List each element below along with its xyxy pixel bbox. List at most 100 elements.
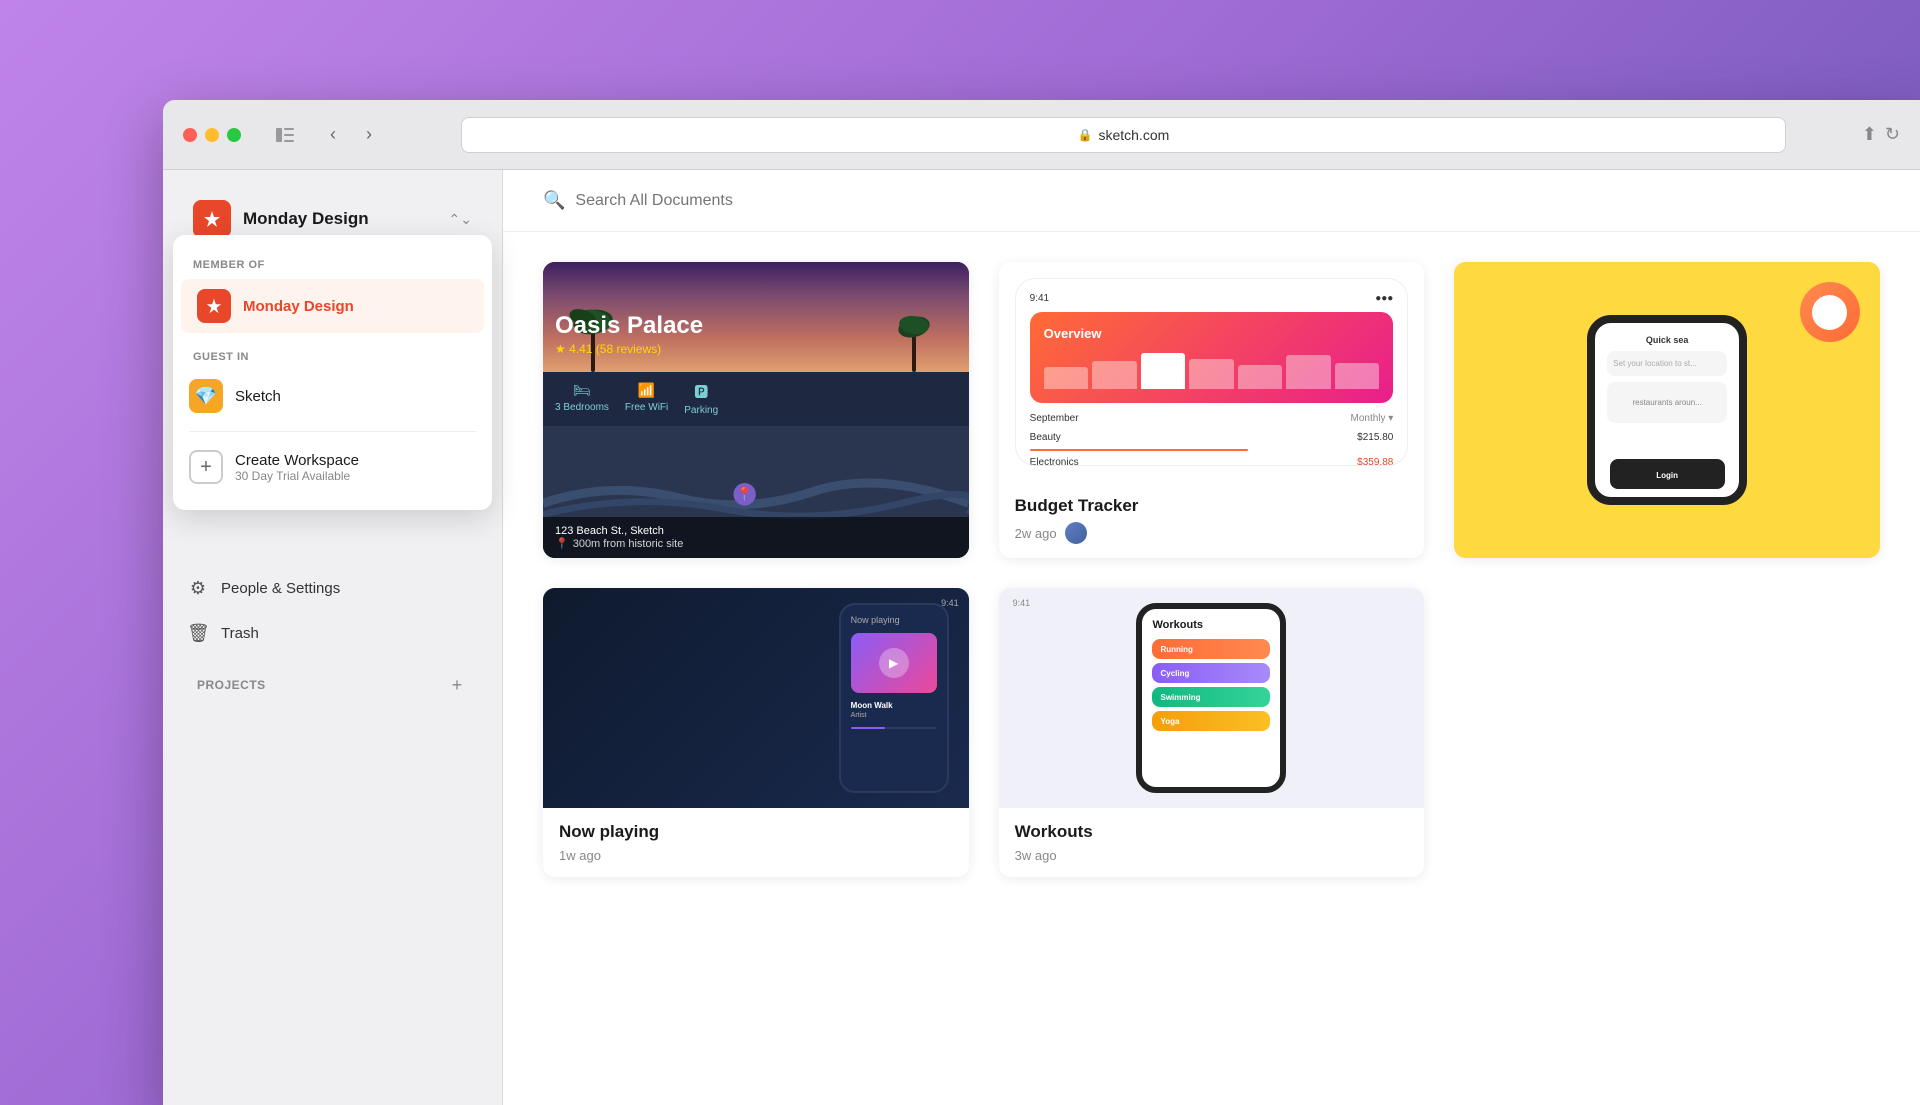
- title-bar: ‹ › 🔒 sketch.com ⬆ ↻: [163, 100, 1920, 170]
- create-workspace-text: Create Workspace 30 Day Trial Available: [235, 452, 359, 483]
- workouts-title: Workouts: [1015, 822, 1409, 842]
- document-card-travel-app[interactable]: Oasis Palace ★ 4.41 (58 reviews) 🛏 3 Bed…: [543, 262, 969, 558]
- travel-address: 123 Beach St., Sketch 📍300m from histori…: [543, 517, 969, 558]
- chevron-updown-icon: ⌃⌄: [449, 211, 472, 228]
- sidebar-section: ⚙ People & Settings 🗑 Trash PROJECTS +: [163, 568, 502, 702]
- search-bar: 🔍: [503, 170, 1920, 232]
- now-playing-info: Now playing 1w ago: [543, 808, 969, 877]
- document-card-budget-tracker[interactable]: 9:41 ●●● Overview: [999, 262, 1425, 558]
- guest-in-label: GUEST IN: [173, 343, 492, 369]
- bedrooms-label: 3 Bedrooms: [555, 402, 609, 413]
- travel-amenities: 🛏 3 Bedrooms 📶 Free WiFi 🅿 Parking: [543, 372, 969, 426]
- now-playing-title: Now playing: [559, 822, 953, 842]
- add-project-button[interactable]: +: [446, 674, 468, 696]
- browser-actions: ⬆ ↻: [1862, 124, 1900, 145]
- bar-6: [1286, 355, 1331, 389]
- faster-food-thumbnail: Quick sea Set your location to st... res…: [1454, 262, 1880, 558]
- now-playing-time: 1w ago: [559, 848, 601, 863]
- bar-1: [1044, 367, 1089, 389]
- document-card-faster-food[interactable]: Quick sea Set your location to st... res…: [1454, 262, 1880, 558]
- address-line2: 📍300m from historic site: [555, 537, 957, 550]
- travel-app-thumbnail: Oasis Palace ★ 4.41 (58 reviews) 🛏 3 Bed…: [543, 262, 969, 558]
- sketch-workspace-name: Sketch: [235, 388, 281, 405]
- back-button[interactable]: ‹: [317, 119, 349, 151]
- sketch-workspace-item[interactable]: 💎 Sketch: [173, 369, 492, 423]
- address-bar[interactable]: 🔒 sketch.com: [461, 117, 1786, 153]
- budget-tracker-title: Budget Tracker: [1015, 496, 1409, 516]
- budget-row-beauty: Beauty$215.80: [1030, 432, 1394, 443]
- trash-icon: 🗑: [187, 623, 209, 644]
- maximize-button[interactable]: [227, 128, 241, 142]
- reload-icon[interactable]: ↻: [1885, 124, 1900, 145]
- budget-tracker-thumbnail: 9:41 ●●● Overview: [999, 262, 1425, 482]
- workouts-time: 3w ago: [1015, 848, 1057, 863]
- active-workspace-icon: [197, 289, 231, 323]
- traffic-lights: [183, 128, 241, 142]
- trash-label: Trash: [221, 625, 259, 642]
- travel-header-image: Oasis Palace ★ 4.41 (58 reviews): [543, 262, 969, 372]
- bar-2: [1092, 361, 1137, 389]
- workspace-dropdown: MEMBER OF Monday Design GUEST IN 💎 Sketc…: [173, 235, 492, 510]
- active-workspace-name: Monday Design: [243, 298, 354, 315]
- people-settings-label: People & Settings: [221, 580, 340, 597]
- budget-tracker-meta: 2w ago: [1015, 522, 1409, 544]
- create-workspace-item[interactable]: + Create Workspace 30 Day Trial Availabl…: [173, 440, 492, 494]
- hotel-rating: ★ 4.41 (58 reviews): [555, 342, 703, 356]
- parking-amenity: 🅿 Parking: [684, 382, 718, 416]
- main-area: Monday Design ⌃⌄ MEMBER OF Monday Design…: [163, 170, 1920, 1105]
- workspace-name: Monday Design: [243, 209, 437, 229]
- hotel-name: Oasis Palace: [555, 312, 703, 340]
- bedrooms-amenity: 🛏 3 Bedrooms: [555, 382, 609, 416]
- parking-icon: 🅿: [694, 382, 708, 402]
- bar-4: [1189, 359, 1234, 389]
- gear-icon: ⚙: [187, 578, 209, 599]
- search-icon: 🔍: [543, 190, 565, 211]
- search-input[interactable]: [575, 192, 1880, 210]
- sidebar-toggle-button[interactable]: [269, 119, 301, 151]
- budget-tracker-info: Budget Tracker 2w ago: [999, 482, 1425, 558]
- now-playing-meta: 1w ago: [559, 848, 953, 863]
- content-area: 🔍: [503, 170, 1920, 1105]
- bed-icon: 🛏: [573, 382, 591, 399]
- workouts-thumbnail: 9:41 Workouts Running Cycling: [999, 588, 1425, 808]
- member-of-label: MEMBER OF: [173, 251, 492, 277]
- workouts-meta: 3w ago: [1015, 848, 1409, 863]
- workspace-icon: [193, 200, 231, 238]
- forward-button[interactable]: ›: [353, 119, 385, 151]
- budget-header-card: Overview: [1030, 312, 1394, 403]
- budget-tracker-avatar: [1065, 522, 1087, 544]
- travel-map: 📍 123 Beach St., Sketch 📍300m from histo…: [543, 426, 969, 558]
- sidebar-item-trash[interactable]: 🗑 Trash: [173, 613, 492, 654]
- create-workspace-title: Create Workspace: [235, 452, 359, 469]
- now-playing-thumbnail: 9:41 Now playing ▶ Moon Walk Artist: [543, 588, 969, 808]
- sketch-workspace-icon: 💎: [189, 379, 223, 413]
- wifi-icon: 📶: [638, 382, 655, 399]
- budget-rows: Beauty$215.80 Electronics$359.88: [1030, 432, 1394, 466]
- dropdown-divider: [189, 431, 476, 432]
- projects-label: PROJECTS: [197, 678, 266, 692]
- address-line1: 123 Beach St., Sketch: [555, 525, 957, 537]
- wifi-label: Free WiFi: [625, 402, 668, 413]
- close-button[interactable]: [183, 128, 197, 142]
- document-card-workouts[interactable]: 9:41 Workouts Running Cycling: [999, 588, 1425, 877]
- svg-text:📍: 📍: [736, 486, 753, 502]
- budget-row-electronics: Electronics$359.88: [1030, 457, 1394, 466]
- workouts-info: Workouts 3w ago: [999, 808, 1425, 877]
- sidebar: Monday Design ⌃⌄ MEMBER OF Monday Design…: [163, 170, 503, 1105]
- sidebar-item-people[interactable]: ⚙ People & Settings: [173, 568, 492, 609]
- create-workspace-subtitle: 30 Day Trial Available: [235, 469, 359, 483]
- url-text: sketch.com: [1098, 127, 1169, 143]
- bar-7: [1335, 363, 1380, 389]
- document-card-now-playing[interactable]: 9:41 Now playing ▶ Moon Walk Artist: [543, 588, 969, 877]
- projects-section-header: PROJECTS +: [173, 662, 492, 702]
- share-icon[interactable]: ⬆: [1862, 124, 1877, 145]
- create-workspace-icon: +: [189, 450, 223, 484]
- wifi-amenity: 📶 Free WiFi: [625, 382, 668, 416]
- active-workspace-item[interactable]: Monday Design: [181, 279, 484, 333]
- minimize-button[interactable]: [205, 128, 219, 142]
- budget-month: September: [1030, 413, 1079, 424]
- budget-tracker-time: 2w ago: [1015, 526, 1057, 541]
- bar-5: [1238, 365, 1283, 389]
- browser-window: ‹ › 🔒 sketch.com ⬆ ↻ Monday Design ⌃⌄: [163, 100, 1920, 1105]
- bar-3: [1141, 353, 1186, 389]
